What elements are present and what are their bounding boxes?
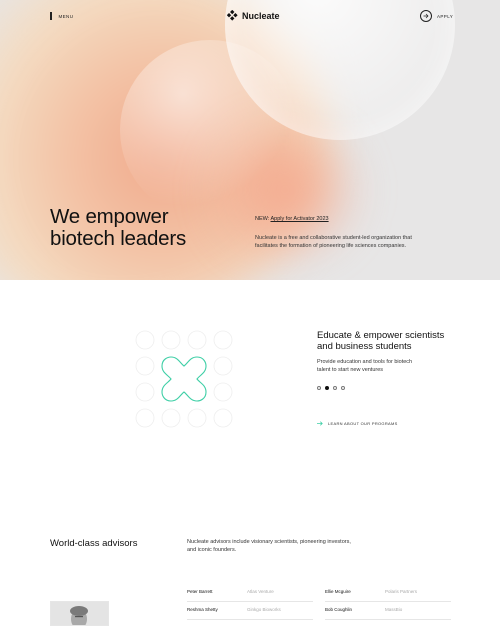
- advisor-name: Peter Barrett: [187, 589, 213, 594]
- carousel-dot[interactable]: [333, 386, 337, 390]
- advisor-name: Reshma Shetty: [187, 607, 218, 612]
- advisor-row[interactable]: Reshma Shetty Ginkgo Bioworks: [187, 607, 281, 612]
- headline-line: We empower: [50, 205, 169, 228]
- menu-button[interactable]: MENU: [50, 12, 73, 20]
- advisor-org: Atlas Venture: [247, 589, 274, 594]
- divider: [187, 619, 313, 620]
- learn-programs-label: LEARN ABOUT OUR PROGRAMS: [328, 421, 398, 426]
- hero-glass-sphere: [120, 40, 300, 220]
- carousel-dot-active[interactable]: [325, 386, 329, 390]
- hero-section: MENU Nucleate APPLY We empower biotech l…: [0, 0, 500, 280]
- nucleate-cross-icon: [161, 356, 207, 402]
- learn-programs-link[interactable]: LEARN ABOUT OUR PROGRAMS: [317, 421, 398, 426]
- divider: [325, 619, 451, 620]
- advisor-name: Ellie Mcguire: [325, 589, 351, 594]
- advisor-org: Polaris Partners: [385, 589, 418, 594]
- advisor-row[interactable]: Ellie Mcguire Polaris Partners: [325, 589, 417, 594]
- advisors-description: Nucleate advisors include visionary scie…: [187, 539, 351, 553]
- programs-illustration: [135, 330, 233, 428]
- carousel-dot[interactable]: [317, 386, 321, 390]
- divider: [325, 601, 451, 602]
- advisor-row[interactable]: Bob Coughlin MassBio: [325, 607, 402, 612]
- menu-icon: [50, 12, 52, 20]
- advisor-org: MassBio: [385, 607, 403, 612]
- logo-text: Nucleate: [242, 10, 280, 21]
- news-announcement: NEW: Apply for Activator 2023: [255, 216, 329, 222]
- hero-headline: We empower biotech leaders: [50, 206, 250, 250]
- advisor-photo: [50, 601, 109, 626]
- hero-description: Nucleate is a free and collaborative stu…: [255, 235, 412, 249]
- advisors-title: World-class advisors: [50, 538, 138, 549]
- programs-title: Educate & empower scientists and busines…: [317, 330, 445, 352]
- arrow-right-icon: [317, 421, 323, 426]
- advisor-row[interactable]: Peter Barrett Atlas Venture: [187, 589, 274, 594]
- apply-label: APPLY: [437, 13, 454, 19]
- apply-button[interactable]: APPLY: [420, 10, 453, 22]
- nucleate-logo-icon: [227, 10, 238, 21]
- advisor-name: Bob Coughlin: [325, 607, 353, 612]
- carousel-dot[interactable]: [341, 386, 345, 390]
- news-prefix: NEW:: [255, 216, 270, 222]
- menu-label: MENU: [58, 13, 74, 19]
- news-link[interactable]: Apply for Activator 2023: [271, 216, 329, 222]
- arrow-right-icon: [420, 10, 432, 22]
- programs-description: Provide education and tools for biotech …: [317, 359, 413, 373]
- headline-line: biotech leaders: [50, 227, 187, 250]
- advisor-org: Ginkgo Bioworks: [247, 607, 281, 612]
- divider: [187, 601, 313, 602]
- logo[interactable]: Nucleate: [227, 10, 280, 21]
- carousel-dots: [317, 386, 345, 390]
